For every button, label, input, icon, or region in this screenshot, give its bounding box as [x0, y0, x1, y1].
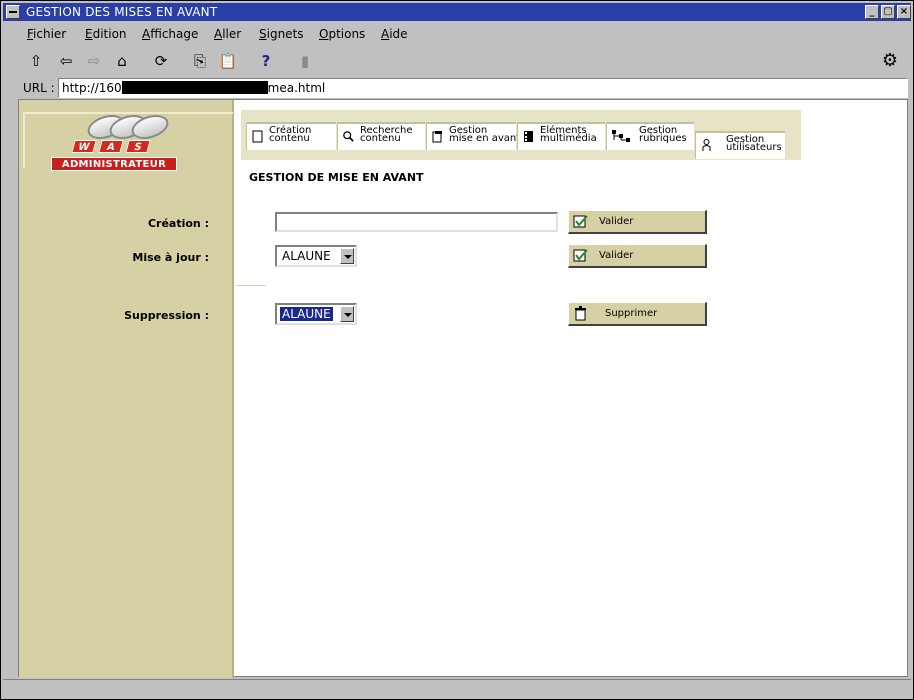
separator: [236, 285, 266, 286]
home-icon[interactable]: ⌂: [111, 50, 133, 72]
film-icon: [524, 131, 533, 142]
delete-select[interactable]: ALAUNE: [275, 303, 357, 325]
delete-select-value: ALAUNE: [279, 306, 334, 322]
update-label: Mise à jour :: [132, 251, 209, 264]
logo-letter-s: S: [125, 140, 151, 153]
copy-icon[interactable]: ⎘: [189, 50, 211, 72]
checkmark-icon: [573, 249, 588, 262]
menu-aide[interactable]: Aide: [381, 27, 408, 41]
tab-gestion-utilisateurs[interactable]: Gestion utilisateurs: [695, 131, 785, 159]
was-logo: W A S ADMINISTRATEUR: [49, 110, 179, 172]
checkmark-icon: [573, 215, 588, 228]
menu-bar: Fichier Edition Affichage Aller Signets …: [3, 23, 911, 45]
sidebar: W A S ADMINISTRATEUR Création : Mise à j…: [19, 100, 234, 678]
logo-letters: W A S: [71, 140, 153, 154]
tab-elements-multimedia[interactable]: Eléments multimédia: [517, 122, 605, 150]
chevron-down-icon[interactable]: [340, 248, 354, 264]
delete-button[interactable]: Supprimer: [568, 302, 707, 326]
page-content: W A S ADMINISTRATEUR Création : Mise à j…: [18, 99, 908, 678]
validate-creation-button[interactable]: Valider: [568, 210, 707, 234]
help-icon[interactable]: ?: [255, 50, 277, 72]
tab-creation-contenu[interactable]: Création contenu: [246, 122, 336, 150]
tab-gestion-mise-en-avant[interactable]: Gestion mise en avant: [426, 122, 520, 150]
tree-icon: [612, 130, 630, 142]
sidebar-decoration: [23, 112, 233, 114]
maximize-button[interactable]: ▢: [881, 5, 895, 19]
tab-label-line2: mise en avant: [449, 133, 521, 144]
back-arrow-icon[interactable]: ⇦: [55, 50, 77, 72]
trash-icon: [575, 306, 586, 321]
gear-icon[interactable]: ⚙: [879, 50, 901, 72]
tab-label-line2: contenu: [269, 133, 310, 144]
minimize-button[interactable]: _: [865, 5, 879, 19]
url-text-end: mea.html: [267, 81, 326, 95]
chevron-down-icon[interactable]: [340, 306, 354, 322]
admin-badge: ADMINISTRATEUR: [51, 157, 177, 171]
delete-label: Suppression :: [124, 309, 209, 322]
menu-signets[interactable]: Signets: [259, 27, 304, 41]
status-bar: [3, 679, 911, 697]
tab-recherche-contenu[interactable]: Recherche contenu: [337, 122, 425, 150]
tab-label-line2: utilisateurs: [726, 142, 782, 153]
forward-arrow-icon[interactable]: ⇨: [83, 50, 105, 72]
tab-gestion-rubriques[interactable]: Gestion rubriques: [606, 122, 694, 150]
stop-icon[interactable]: ▮: [294, 50, 316, 72]
menu-options[interactable]: Options: [319, 27, 365, 41]
tab-label-line2: multimédia: [540, 133, 597, 144]
window-title: GESTION DES MISES EN AVANT: [26, 5, 218, 19]
tab-label-line2: rubriques: [639, 133, 687, 144]
url-text-start: http://160: [62, 81, 122, 95]
menu-fichier[interactable]: Fichier: [27, 27, 66, 41]
url-label: URL :: [23, 81, 55, 95]
url-input[interactable]: http://160 mea.html: [58, 78, 908, 98]
magnifier-icon: [343, 131, 354, 142]
toolbar: ⇧ ⇦ ⇨ ⌂ ⟳ ⎘ 📋 ? ▮ ⚙: [3, 47, 911, 75]
title-bar[interactable]: GESTION DES MISES EN AVANT _ ▢ ×: [3, 3, 911, 21]
logo-letter-w: W: [71, 140, 97, 153]
tab-label-line2: contenu: [360, 133, 401, 144]
document-star-icon: [432, 131, 442, 143]
menu-edition[interactable]: Edition: [85, 27, 127, 41]
url-bar: URL : http://160 mea.html: [3, 77, 911, 99]
menu-affichage[interactable]: Affichage: [142, 27, 198, 41]
menu-aller[interactable]: Aller: [214, 27, 241, 41]
update-select-value: ALAUNE: [282, 249, 331, 263]
validate-label: Valider: [599, 250, 634, 261]
user-icon: [702, 139, 711, 151]
page-title: GESTION DE MISE EN AVANT: [249, 171, 424, 184]
delete-button-label: Supprimer: [605, 308, 658, 319]
reload-icon[interactable]: ⟳: [150, 50, 172, 72]
browser-window: GESTION DES MISES EN AVANT _ ▢ × Fichier…: [0, 0, 914, 700]
creation-input[interactable]: [275, 212, 558, 232]
up-arrow-icon[interactable]: ⇧: [25, 50, 47, 72]
paste-icon[interactable]: 📋: [217, 50, 239, 72]
url-redaction: [121, 81, 268, 94]
validate-label: Valider: [599, 216, 634, 227]
creation-label: Création :: [147, 217, 209, 230]
tab-strip: Création contenu Recherche contenu Gesti…: [241, 110, 801, 160]
validate-update-button[interactable]: Valider: [568, 244, 707, 268]
system-menu-button[interactable]: [6, 5, 20, 19]
sidebar-decoration-vertical: [23, 112, 25, 168]
close-button[interactable]: ×: [897, 5, 911, 19]
page-icon: [252, 130, 263, 143]
update-select[interactable]: ALAUNE: [275, 245, 357, 267]
logo-letter-a: A: [98, 140, 124, 153]
